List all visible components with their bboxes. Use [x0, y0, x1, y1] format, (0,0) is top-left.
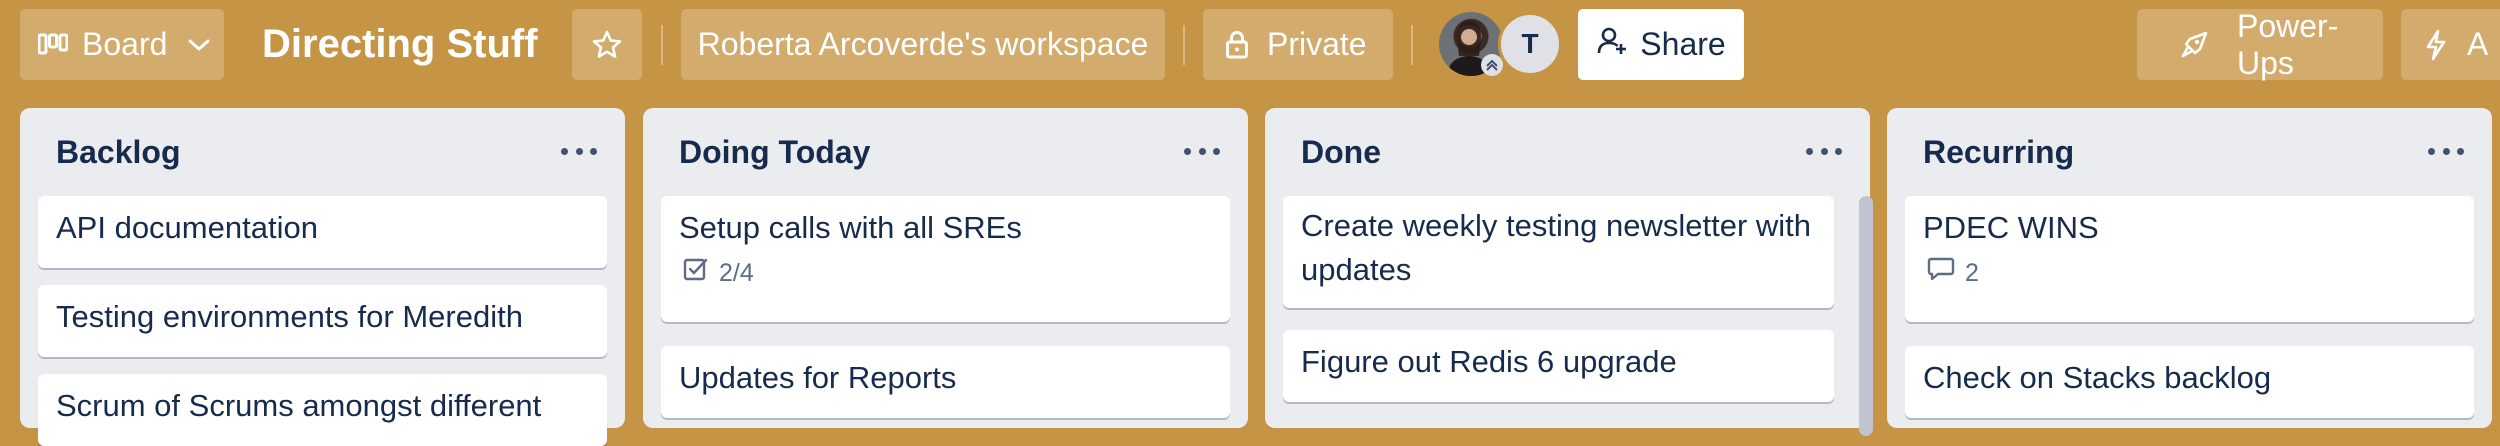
checklist-icon	[683, 256, 709, 289]
member-avatar-initial[interactable]: T	[1498, 12, 1562, 76]
workspace-label: Roberta Arcoverde's workspace	[697, 26, 1149, 62]
workspace-button[interactable]: Roberta Arcoverde's workspace	[681, 9, 1165, 80]
list-title[interactable]: Backlog	[56, 134, 180, 171]
share-button[interactable]: Share	[1578, 9, 1744, 80]
card-title: Setup calls with all SREs	[679, 210, 1022, 245]
card[interactable]: Setup calls with all SREs 2/4	[661, 196, 1230, 322]
lock-icon	[1225, 30, 1249, 60]
header-divider	[661, 25, 663, 65]
more-icon[interactable]	[561, 144, 597, 158]
add-member-icon	[1596, 25, 1628, 65]
card[interactable]: Scrum of Scrums amongst different	[38, 374, 607, 446]
card[interactable]: Create weekly testing newsletter with up…	[1283, 196, 1834, 308]
comment-count: 2	[1965, 258, 1979, 287]
view-switcher-label: Board	[82, 26, 168, 62]
header-divider	[1411, 25, 1413, 65]
list-recurring: Recurring PDEC WINS 2 Check on Stacks ba…	[1887, 108, 2492, 428]
list-done: Done Create weekly testing newsletter wi…	[1265, 108, 1873, 436]
card[interactable]: Testing environments for Meredith	[38, 285, 607, 357]
list-backlog: Backlog API documentation Testing enviro…	[20, 108, 625, 446]
comments-badge: 2	[1927, 256, 2456, 289]
share-label: Share	[1640, 26, 1726, 62]
card-title: Check on Stacks backlog	[1923, 360, 2272, 395]
card-title: API documentation	[56, 210, 318, 245]
card-title-line: updates	[1301, 252, 1412, 287]
list-title[interactable]: Done	[1301, 134, 1381, 171]
automation-label: A	[2467, 26, 2489, 62]
checklist-count: 2/4	[719, 258, 754, 287]
list-doing-today: Doing Today Setup calls with all SREs 2/…	[643, 108, 1248, 428]
more-icon[interactable]	[2428, 144, 2464, 158]
chevron-down-icon	[187, 37, 211, 53]
powerups-button[interactable]: Power-Ups	[2137, 7, 2383, 81]
card-title: PDEC WINS	[1923, 210, 2099, 245]
card-title: Figure out Redis 6 upgrade	[1301, 344, 1677, 379]
visibility-label: Private	[1267, 26, 1367, 62]
admin-badge-icon	[1481, 54, 1503, 76]
card-title: Updates for Reports	[679, 360, 957, 395]
member-initial: T	[1521, 28, 1539, 59]
star-button[interactable]	[572, 9, 642, 80]
card[interactable]: Updates for Reports	[661, 346, 1230, 418]
card-title: Scrum of Scrums amongst different	[56, 388, 542, 423]
lightning-icon	[2425, 29, 2447, 61]
visibility-button[interactable]: Private	[1203, 9, 1393, 80]
comment-icon	[1927, 256, 1955, 289]
card-title-line: Create weekly testing newsletter with	[1301, 208, 1812, 243]
star-icon	[591, 29, 623, 61]
card[interactable]: PDEC WINS 2	[1905, 196, 2474, 322]
automation-button[interactable]: A	[2401, 9, 2500, 80]
card[interactable]: Figure out Redis 6 upgrade	[1283, 330, 1834, 402]
list-title[interactable]: Recurring	[1923, 134, 2074, 171]
board-header: Board Directing Stuff Roberta Arcoverde'…	[0, 0, 2500, 90]
list-scrollbar[interactable]	[1859, 196, 1873, 436]
card[interactable]: API documentation	[38, 196, 607, 268]
board-title[interactable]: Directing Stuff	[262, 9, 538, 80]
more-icon[interactable]	[1184, 144, 1220, 158]
more-icon[interactable]	[1806, 144, 1842, 158]
list-title[interactable]: Doing Today	[679, 134, 870, 171]
rocket-icon	[2179, 30, 2209, 60]
card-title: Testing environments for Meredith	[56, 299, 523, 334]
card[interactable]: Check on Stacks backlog	[1905, 346, 2474, 418]
view-switcher-button[interactable]: Board	[20, 9, 224, 80]
powerups-label: Power-Ups	[2237, 7, 2339, 81]
board-view-icon	[38, 32, 68, 58]
header-divider	[1183, 25, 1185, 65]
checklist-badge: 2/4	[683, 256, 1212, 289]
